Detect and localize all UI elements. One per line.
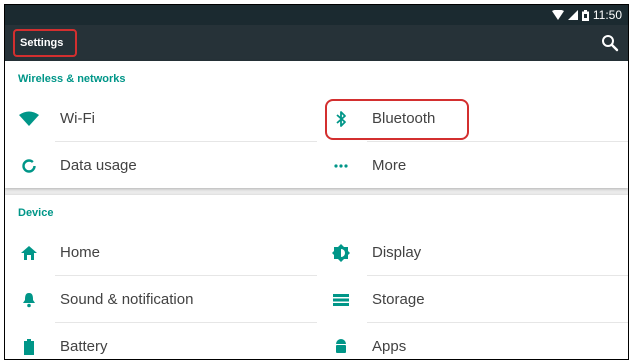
android-icon [327, 337, 355, 357]
battery-icon [15, 337, 43, 357]
page-title: Settings [13, 29, 77, 57]
setting-item-apps[interactable]: Apps [317, 323, 628, 359]
setting-label: Home [60, 244, 101, 261]
status-time: 11:50 [592, 8, 622, 22]
setting-label: Sound & notification [60, 291, 194, 308]
app-toolbar: Settings [5, 25, 628, 61]
wireless-networks-card: Wireless & networks Wi-Fi Bluetooth Data… [5, 61, 628, 188]
bluetooth-highlight-box [325, 99, 469, 140]
wifi-signal-icon [551, 10, 564, 20]
section-title-device: Device [18, 207, 54, 219]
device-card: Device Home Display Sound & notification [5, 195, 628, 359]
setting-item-display[interactable]: Display [317, 229, 628, 276]
display-icon [327, 243, 355, 263]
status-bar: 11:50 [5, 5, 628, 25]
search-button[interactable] [598, 31, 622, 55]
setting-label: Storage [372, 291, 425, 308]
status-icons: 11:50 [551, 8, 622, 22]
search-icon [602, 35, 619, 52]
setting-label: Battery [60, 338, 108, 355]
settings-screen: 11:50 Settings Wireless & networks Wi-Fi… [4, 4, 629, 360]
more-icon [327, 156, 355, 176]
storage-icon [327, 290, 355, 310]
wifi-icon [15, 109, 43, 129]
data-usage-icon [15, 156, 43, 176]
battery-status-icon [581, 9, 589, 21]
setting-item-battery[interactable]: Battery [5, 323, 317, 359]
home-icon [15, 243, 43, 263]
bell-icon [15, 290, 43, 310]
setting-label: Wi-Fi [60, 110, 95, 127]
setting-label: Apps [372, 338, 407, 355]
setting-label: More [372, 157, 407, 174]
setting-item-data-usage[interactable]: Data usage [5, 142, 317, 189]
setting-item-sound-notification[interactable]: Sound & notification [5, 276, 317, 323]
setting-label: Data usage [60, 157, 137, 174]
section-title-wireless: Wireless & networks [18, 73, 126, 85]
setting-item-wifi[interactable]: Wi-Fi [5, 95, 317, 142]
setting-label: Display [372, 244, 422, 261]
setting-item-storage[interactable]: Storage [317, 276, 628, 323]
setting-item-home[interactable]: Home [5, 229, 317, 276]
setting-item-more[interactable]: More [317, 142, 628, 189]
cell-signal-icon [567, 10, 578, 20]
